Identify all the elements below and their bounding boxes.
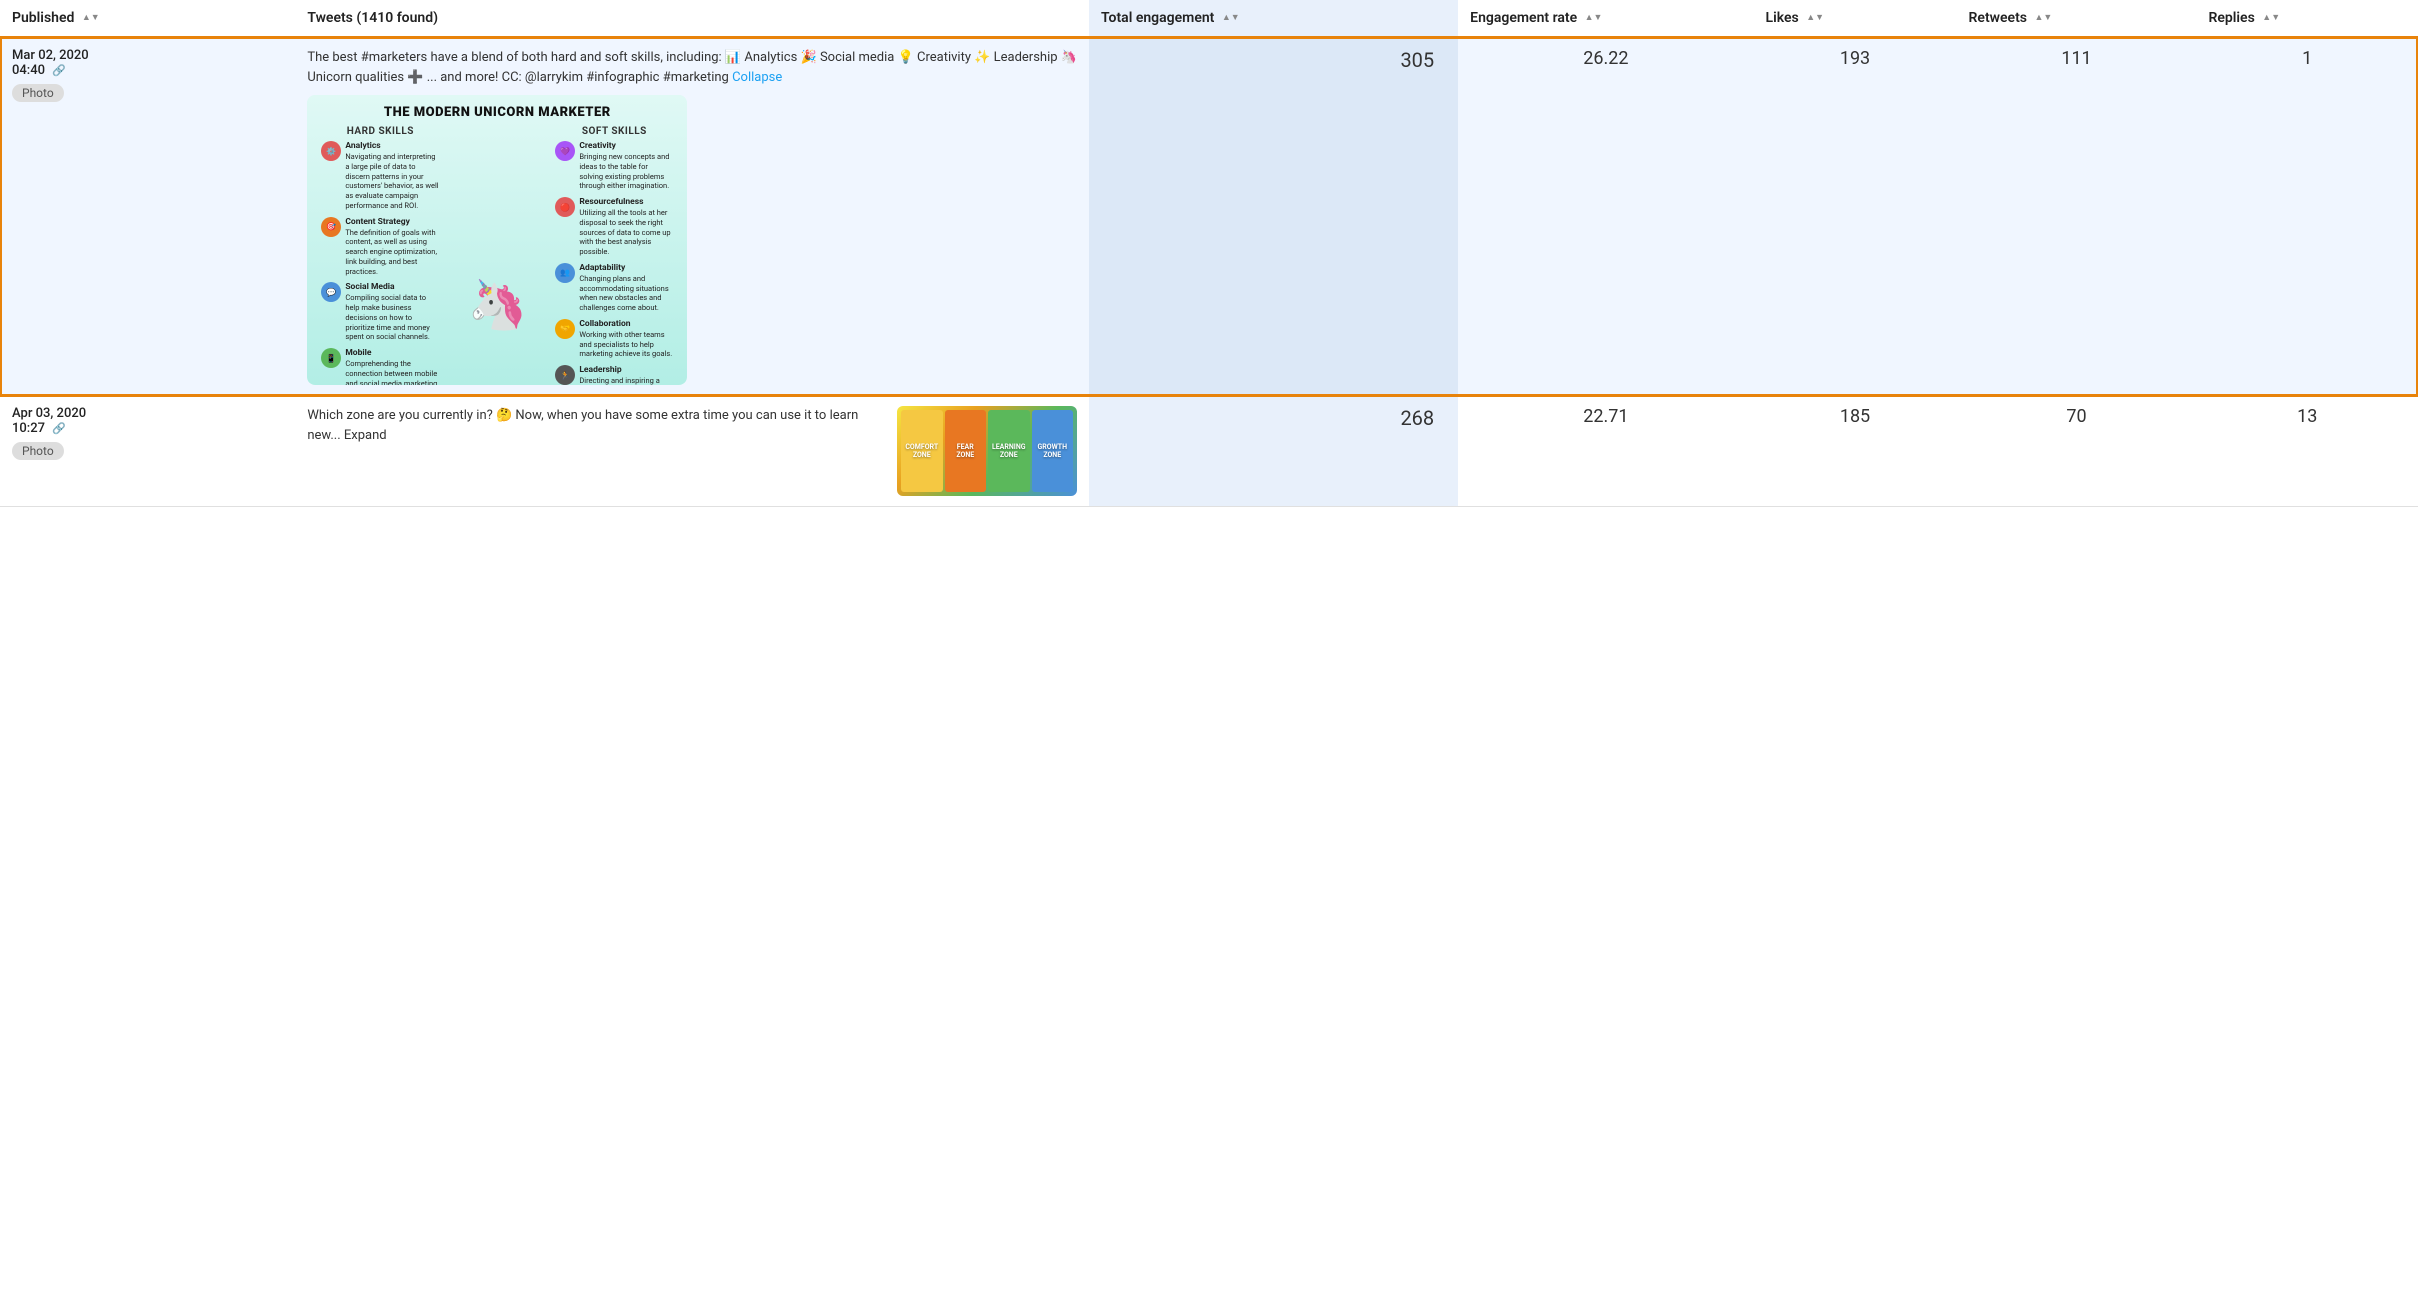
zone-growth: GROWTHZONE [1032,410,1074,492]
cell-replies-2: 13 [2196,396,2418,507]
table-row: Mar 02, 2020 04:40 🔗 Photo The best #mar… [0,37,2418,396]
soft-skill-leadership: 🏃 LeadershipDirecting and inspiring a te… [555,365,673,385]
hard-skill-mobile: 📱 MobileComprehending the connection bet… [321,348,439,385]
zone-fear: FEARZONE [945,410,987,492]
cell-published-1: Mar 02, 2020 04:40 🔗 Photo [0,37,295,396]
collaboration-icon: 🤝 [555,319,575,339]
soft-skill-collaboration: 🤝 CollaborationWorking with other teams … [555,319,673,359]
resourcefulness-icon: 🔴 [555,197,575,217]
cell-tweet-1: The best #marketers have a blend of both… [295,37,1089,396]
cell-tweet-2: Which zone are you currently in? 🤔 Now, … [295,396,1089,507]
cell-engrate-1: 26.22 [1458,37,1753,396]
col-header-likes[interactable]: Likes ▲▼ [1754,0,1957,37]
tweets-table: Published ▲▼ Tweets (1410 found) Total e… [0,0,2418,507]
expand-link-2[interactable]: Expand [344,428,387,443]
cell-likes-2: 185 [1754,396,1957,507]
tweet2-content: Which zone are you currently in? 🤔 Now, … [307,406,1077,496]
zone-learning: LEARNINGZONE [988,410,1030,492]
col-header-tweets: Tweets (1410 found) [295,0,1089,37]
soft-skill-adaptability: 👥 AdaptabilityChanging plans and accommo… [555,263,673,313]
mobile-icon: 📱 [321,348,341,368]
hard-skill-social: 💬 Social MediaCompiling social data to h… [321,282,439,342]
sort-arrows-published[interactable]: ▲▼ [82,14,100,23]
hard-skills-col: HARD SKILLS ⚙️ AnalyticsNavigating and i… [321,126,439,385]
content-icon: 🎯 [321,217,341,237]
col-header-published[interactable]: Published ▲▼ [0,0,295,37]
infographic-title: THE MODERN UNICORN MARKETER [321,105,673,120]
cell-engrate-2: 22.71 [1458,396,1753,507]
social-icon: 💬 [321,282,341,302]
infographic-image: THE MODERN UNICORN MARKETER HARD SKILLS … [307,95,687,385]
table-header: Published ▲▼ Tweets (1410 found) Total e… [0,0,2418,37]
cell-total-engagement-2: 268 [1089,396,1458,507]
tweets-table-container: Published ▲▼ Tweets (1410 found) Total e… [0,0,2418,507]
adaptability-icon: 👥 [555,263,575,283]
hard-skills-header: HARD SKILLS [321,126,439,137]
table-row: Apr 03, 2020 10:27 🔗 Photo Which zone ar… [0,396,2418,507]
tweet-date-1: Mar 02, 2020 04:40 🔗 [12,48,283,78]
cell-replies-1: 1 [2196,37,2418,396]
unicorn-center-col: 🦄 [447,126,547,385]
zone-image-2: COMFORTZONE FEARZONE LEARNINGZONE GROWTH… [897,406,1077,496]
sort-arrows-retweets[interactable]: ▲▼ [2034,14,2052,23]
tweet-infographic-1: THE MODERN UNICORN MARKETER HARD SKILLS … [307,95,687,385]
analytics-icon: ⚙️ [321,141,341,161]
external-link-2[interactable]: 🔗 [52,422,66,435]
creativity-icon: 💜 [555,141,575,161]
cell-total-engagement-1: 305 [1089,37,1458,396]
col-header-retweets[interactable]: Retweets ▲▼ [1957,0,2197,37]
col-header-replies[interactable]: Replies ▲▼ [2196,0,2418,37]
unicorn-emoji: 🦄 [467,276,527,333]
cell-likes-1: 193 [1754,37,1957,396]
soft-skills-col: SOFT SKILLS 💜 CreativityBringing new con… [555,126,673,385]
tweet-date-2: Apr 03, 2020 10:27 🔗 [12,406,283,436]
photo-badge-2: Photo [12,442,64,460]
soft-skill-creativity: 💜 CreativityBringing new concepts and id… [555,141,673,191]
col-header-total-engagement[interactable]: Total engagement ▲▼ [1089,0,1458,37]
cell-retweets-2: 70 [1957,396,2197,507]
sort-arrows-replies[interactable]: ▲▼ [2262,14,2280,23]
sort-arrows-engrate[interactable]: ▲▼ [1585,14,1603,23]
col-header-engagement-rate[interactable]: Engagement rate ▲▼ [1458,0,1753,37]
tweet-text-1: The best #marketers have a blend of both… [307,48,1077,87]
collapse-link-1[interactable]: Collapse [732,70,782,85]
cell-retweets-1: 111 [1957,37,2197,396]
leadership-icon: 🏃 [555,365,575,385]
external-link-1[interactable]: 🔗 [52,64,66,77]
sort-arrows-engagement[interactable]: ▲▼ [1222,14,1240,23]
hard-skill-content: 🎯 Content StrategyThe definition of goal… [321,217,439,277]
soft-skills-header: SOFT SKILLS [555,126,673,137]
infographic-content: HARD SKILLS ⚙️ AnalyticsNavigating and i… [321,126,673,385]
sort-arrows-likes[interactable]: ▲▼ [1806,14,1824,23]
cell-published-2: Apr 03, 2020 10:27 🔗 Photo [0,396,295,507]
hard-skill-analytics: ⚙️ AnalyticsNavigating and interpreting … [321,141,439,211]
zone-comfort: COMFORTZONE [901,410,943,492]
tweet-text-2: Which zone are you currently in? 🤔 Now, … [307,406,885,445]
photo-badge-1: Photo [12,84,64,102]
soft-skill-resourcefulness: 🔴 ResourcefulnessUtilizing all the tools… [555,197,673,257]
